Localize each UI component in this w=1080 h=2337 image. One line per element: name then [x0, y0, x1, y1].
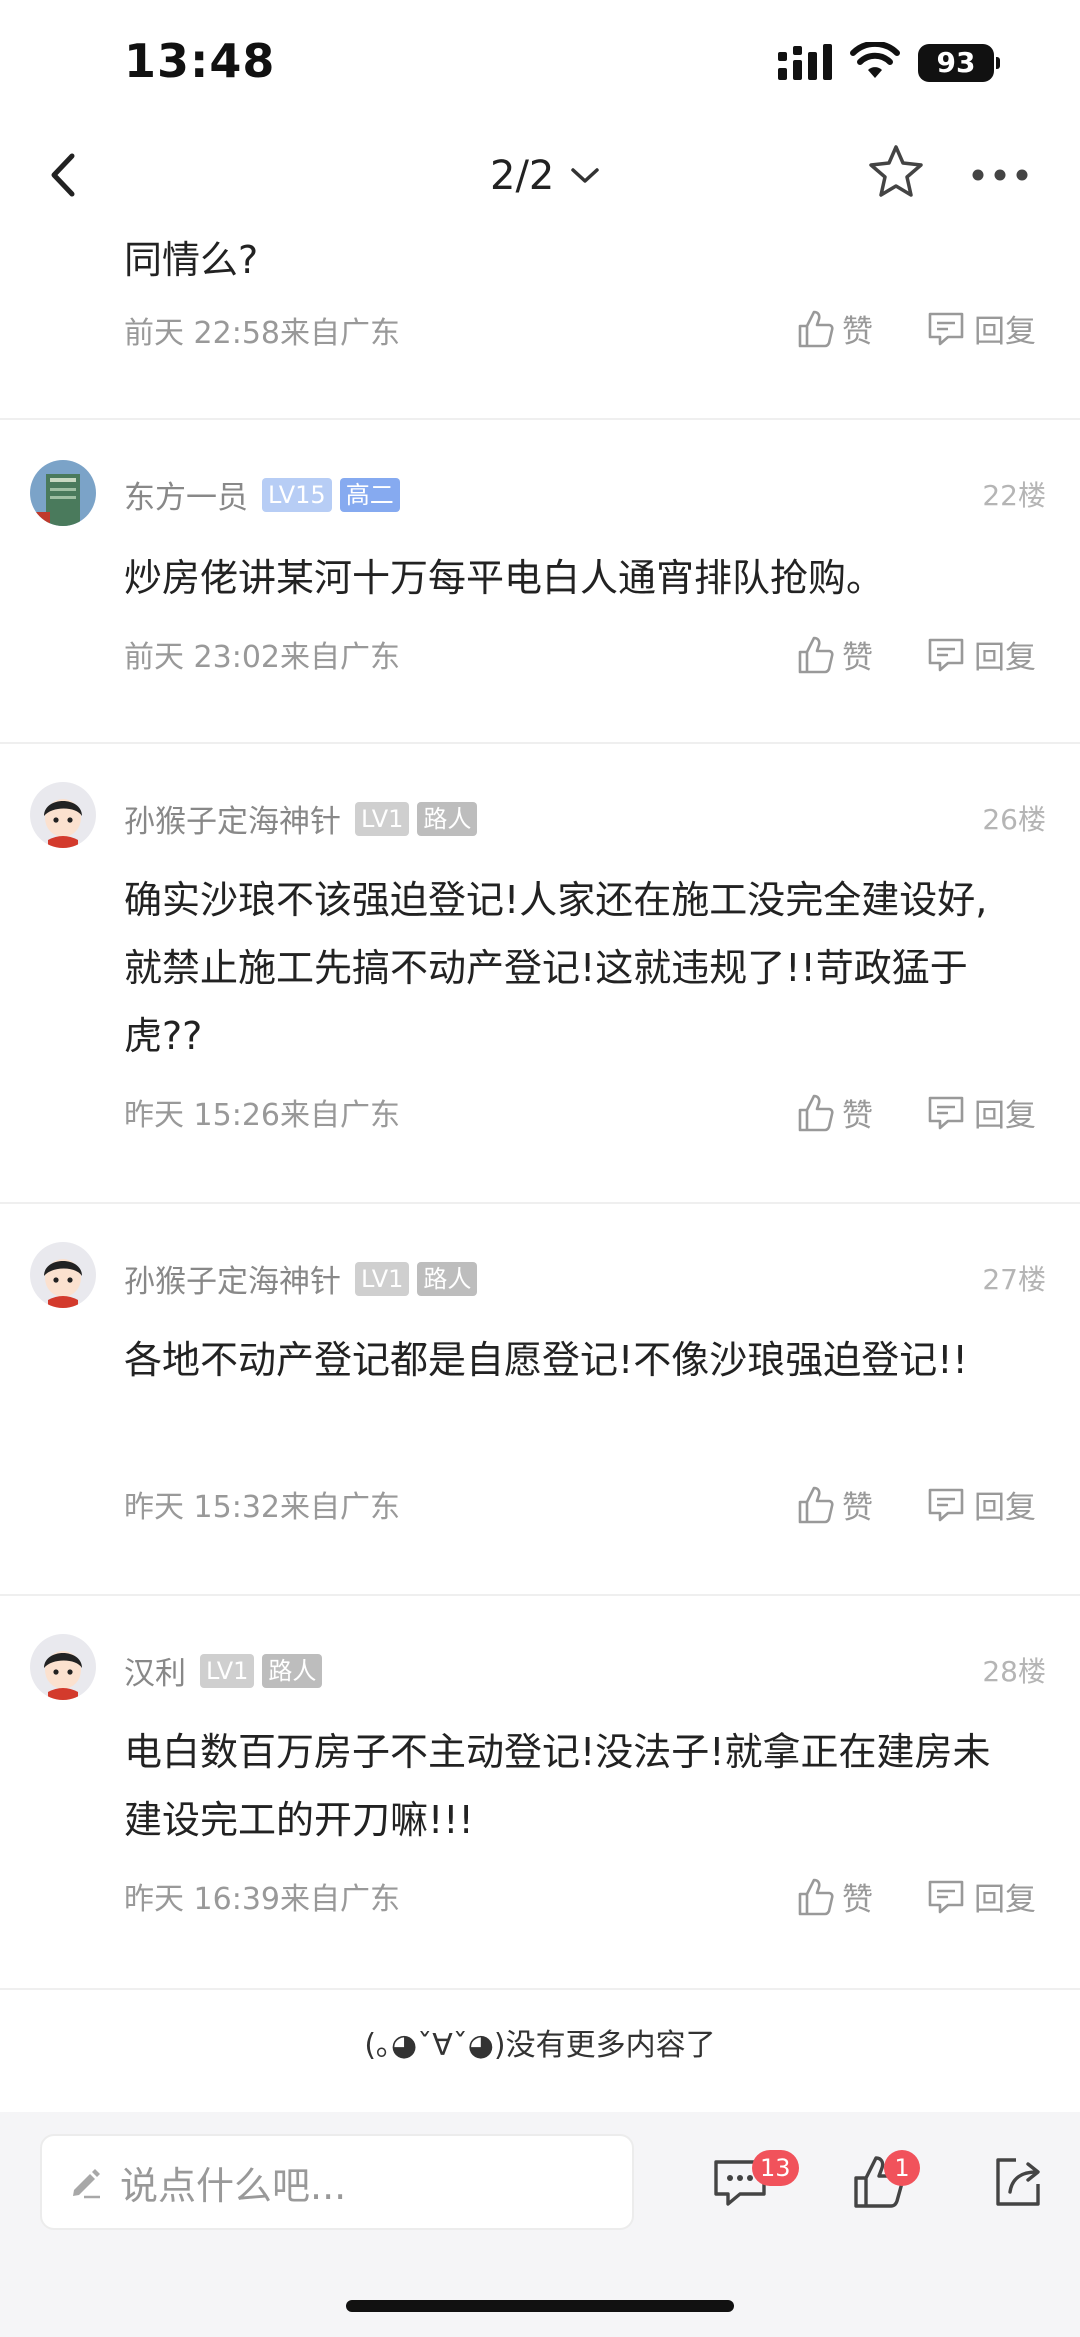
status-time: 13:48 — [124, 34, 276, 88]
reply-label: 回复 — [974, 1490, 1036, 1526]
like-button[interactable]: 赞 — [796, 1090, 873, 1135]
like-label: 赞 — [842, 1490, 873, 1526]
avatar[interactable] — [30, 1242, 96, 1308]
battery-level: 93 — [918, 44, 994, 82]
like-label: 赞 — [842, 1882, 873, 1918]
more-icon[interactable] — [970, 150, 1030, 200]
thumbs-up-icon — [798, 1094, 834, 1131]
username[interactable]: 孙猴子定海神针 — [124, 796, 341, 841]
like-label: 赞 — [842, 314, 873, 350]
comment-time: 昨天 16:39来自广东 — [124, 1882, 400, 1917]
comment-item: 汉利 LV1 路人 28楼 电白数百万房子不主动登记!没法子!就拿正在建房未建设… — [0, 1598, 1080, 1990]
page-selector[interactable]: 2/2 — [490, 148, 600, 204]
wifi-icon — [850, 42, 900, 78]
battery-icon: 93 — [918, 44, 1000, 82]
comment-content: 电白数百万房子不主动登记!没法子!就拿正在建房未建设完工的开刀嘛!!! — [124, 1730, 991, 1842]
nav-bar: 2/2 — [0, 130, 1080, 220]
user-tag: 路人 — [417, 1261, 478, 1296]
signal-icon — [778, 44, 832, 80]
comment-item: 东方一员 LV15 高二 22楼 炒房佬讲某河十万每平电白人通宵排队抢购。 前天… — [0, 422, 1080, 744]
reply-label: 回复 — [974, 1882, 1036, 1918]
like-label: 赞 — [842, 1098, 873, 1134]
reply-label: 回复 — [974, 640, 1036, 676]
comment-icon — [928, 312, 964, 345]
thumbs-up-icon — [798, 636, 834, 673]
like-label: 赞 — [842, 640, 873, 676]
reply-button[interactable]: 回复 — [926, 1090, 1036, 1135]
back-icon[interactable] — [38, 142, 88, 208]
user-row: 东方一员 LV15 高二 — [124, 472, 400, 517]
comment-item: 孙猴子定海神针 LV1 路人 27楼 各地不动产登记都是自愿登记!不像沙琅强迫登… — [0, 1206, 1080, 1596]
reply-label: 回复 — [974, 314, 1036, 350]
thumbs-up-icon — [798, 310, 834, 347]
comment-content: 同情么? — [124, 238, 259, 282]
comment-content: 各地不动产登记都是自愿登记!不像沙琅强迫登记!! — [124, 1338, 968, 1382]
username[interactable]: 汉利 — [124, 1648, 186, 1693]
user-row: 汉利 LV1 路人 — [124, 1648, 323, 1693]
level-badge: LV15 — [262, 477, 332, 512]
pencil-icon — [73, 2169, 100, 2199]
thumbs-up-icon — [798, 1486, 834, 1523]
status-bar: 13:48 93 — [0, 0, 1080, 120]
user-row: 孙猴子定海神针 LV1 路人 — [124, 796, 478, 841]
comment-icon — [928, 638, 964, 671]
comment-icon — [928, 1488, 964, 1521]
like-button[interactable]: 赞 — [796, 1482, 873, 1527]
level-badge: LV1 — [355, 801, 410, 836]
floor-number: 27楼 — [982, 1263, 1046, 1296]
page-indicator-label: 2/2 — [490, 153, 555, 199]
like-button[interactable]: 赞 — [796, 1874, 873, 1919]
comment-time: 前天 23:02来自广东 — [124, 640, 400, 675]
comment-content: 炒房佬讲某河十万每平电白人通宵排队抢购。 — [124, 556, 885, 600]
reply-button[interactable]: 回复 — [926, 632, 1036, 677]
avatar[interactable] — [30, 782, 96, 848]
comment-time: 昨天 15:26来自广东 — [124, 1098, 400, 1133]
reply-button[interactable]: 回复 — [926, 1482, 1036, 1527]
level-badge: LV1 — [355, 1261, 410, 1296]
chevron-down-icon — [571, 168, 600, 183]
user-tag: 路人 — [262, 1653, 323, 1688]
like-button[interactable]: 赞 — [796, 632, 873, 677]
star-icon[interactable] — [866, 142, 926, 202]
comment-item: 孙猴子定海神针 LV1 路人 26楼 确实沙琅不该强迫登记!人家还在施工没完全建… — [0, 746, 1080, 1204]
share-icon[interactable] — [988, 2152, 1048, 2212]
comment-time: 前天 22:58来自广东 — [124, 316, 400, 351]
comment-count-badge: 13 — [752, 2150, 799, 2186]
thumbs-up-icon — [798, 1878, 834, 1915]
comment-icon — [928, 1880, 964, 1913]
comment-time: 昨天 15:32来自广东 — [124, 1490, 400, 1525]
comment-icon — [928, 1096, 964, 1129]
comment-input[interactable]: 说点什么吧... — [40, 2134, 634, 2230]
floor-number: 22楼 — [982, 479, 1046, 512]
comment-content: 确实沙琅不该强迫登记!人家还在施工没完全建设好,就禁止施工先搞不动产登记!这就违… — [124, 878, 988, 1058]
username[interactable]: 东方一员 — [124, 472, 248, 517]
username[interactable]: 孙猴子定海神针 — [124, 1256, 341, 1301]
level-badge: LV1 — [200, 1653, 255, 1688]
comment-item: 同情么? 前天 22:58来自广东 赞 回复 — [0, 220, 1080, 420]
avatar[interactable] — [30, 460, 96, 526]
user-tag: 路人 — [417, 801, 478, 836]
reply-button[interactable]: 回复 — [926, 306, 1036, 351]
like-button[interactable]: 赞 — [796, 306, 873, 351]
like-count-badge: 1 — [884, 2150, 920, 2186]
reply-button[interactable]: 回复 — [926, 1874, 1036, 1919]
no-more-content-text: (｡◕ˇ∀ˇ◕)没有更多内容了 — [364, 2028, 716, 2063]
user-row: 孙猴子定海神针 LV1 路人 — [124, 1256, 478, 1301]
floor-number: 26楼 — [982, 803, 1046, 836]
user-tag: 高二 — [339, 477, 400, 512]
reply-label: 回复 — [974, 1098, 1036, 1134]
home-indicator[interactable] — [346, 2300, 734, 2312]
comment-input-placeholder: 说点什么吧... — [120, 2163, 347, 2208]
floor-number: 28楼 — [982, 1655, 1046, 1688]
avatar[interactable] — [30, 1634, 96, 1700]
